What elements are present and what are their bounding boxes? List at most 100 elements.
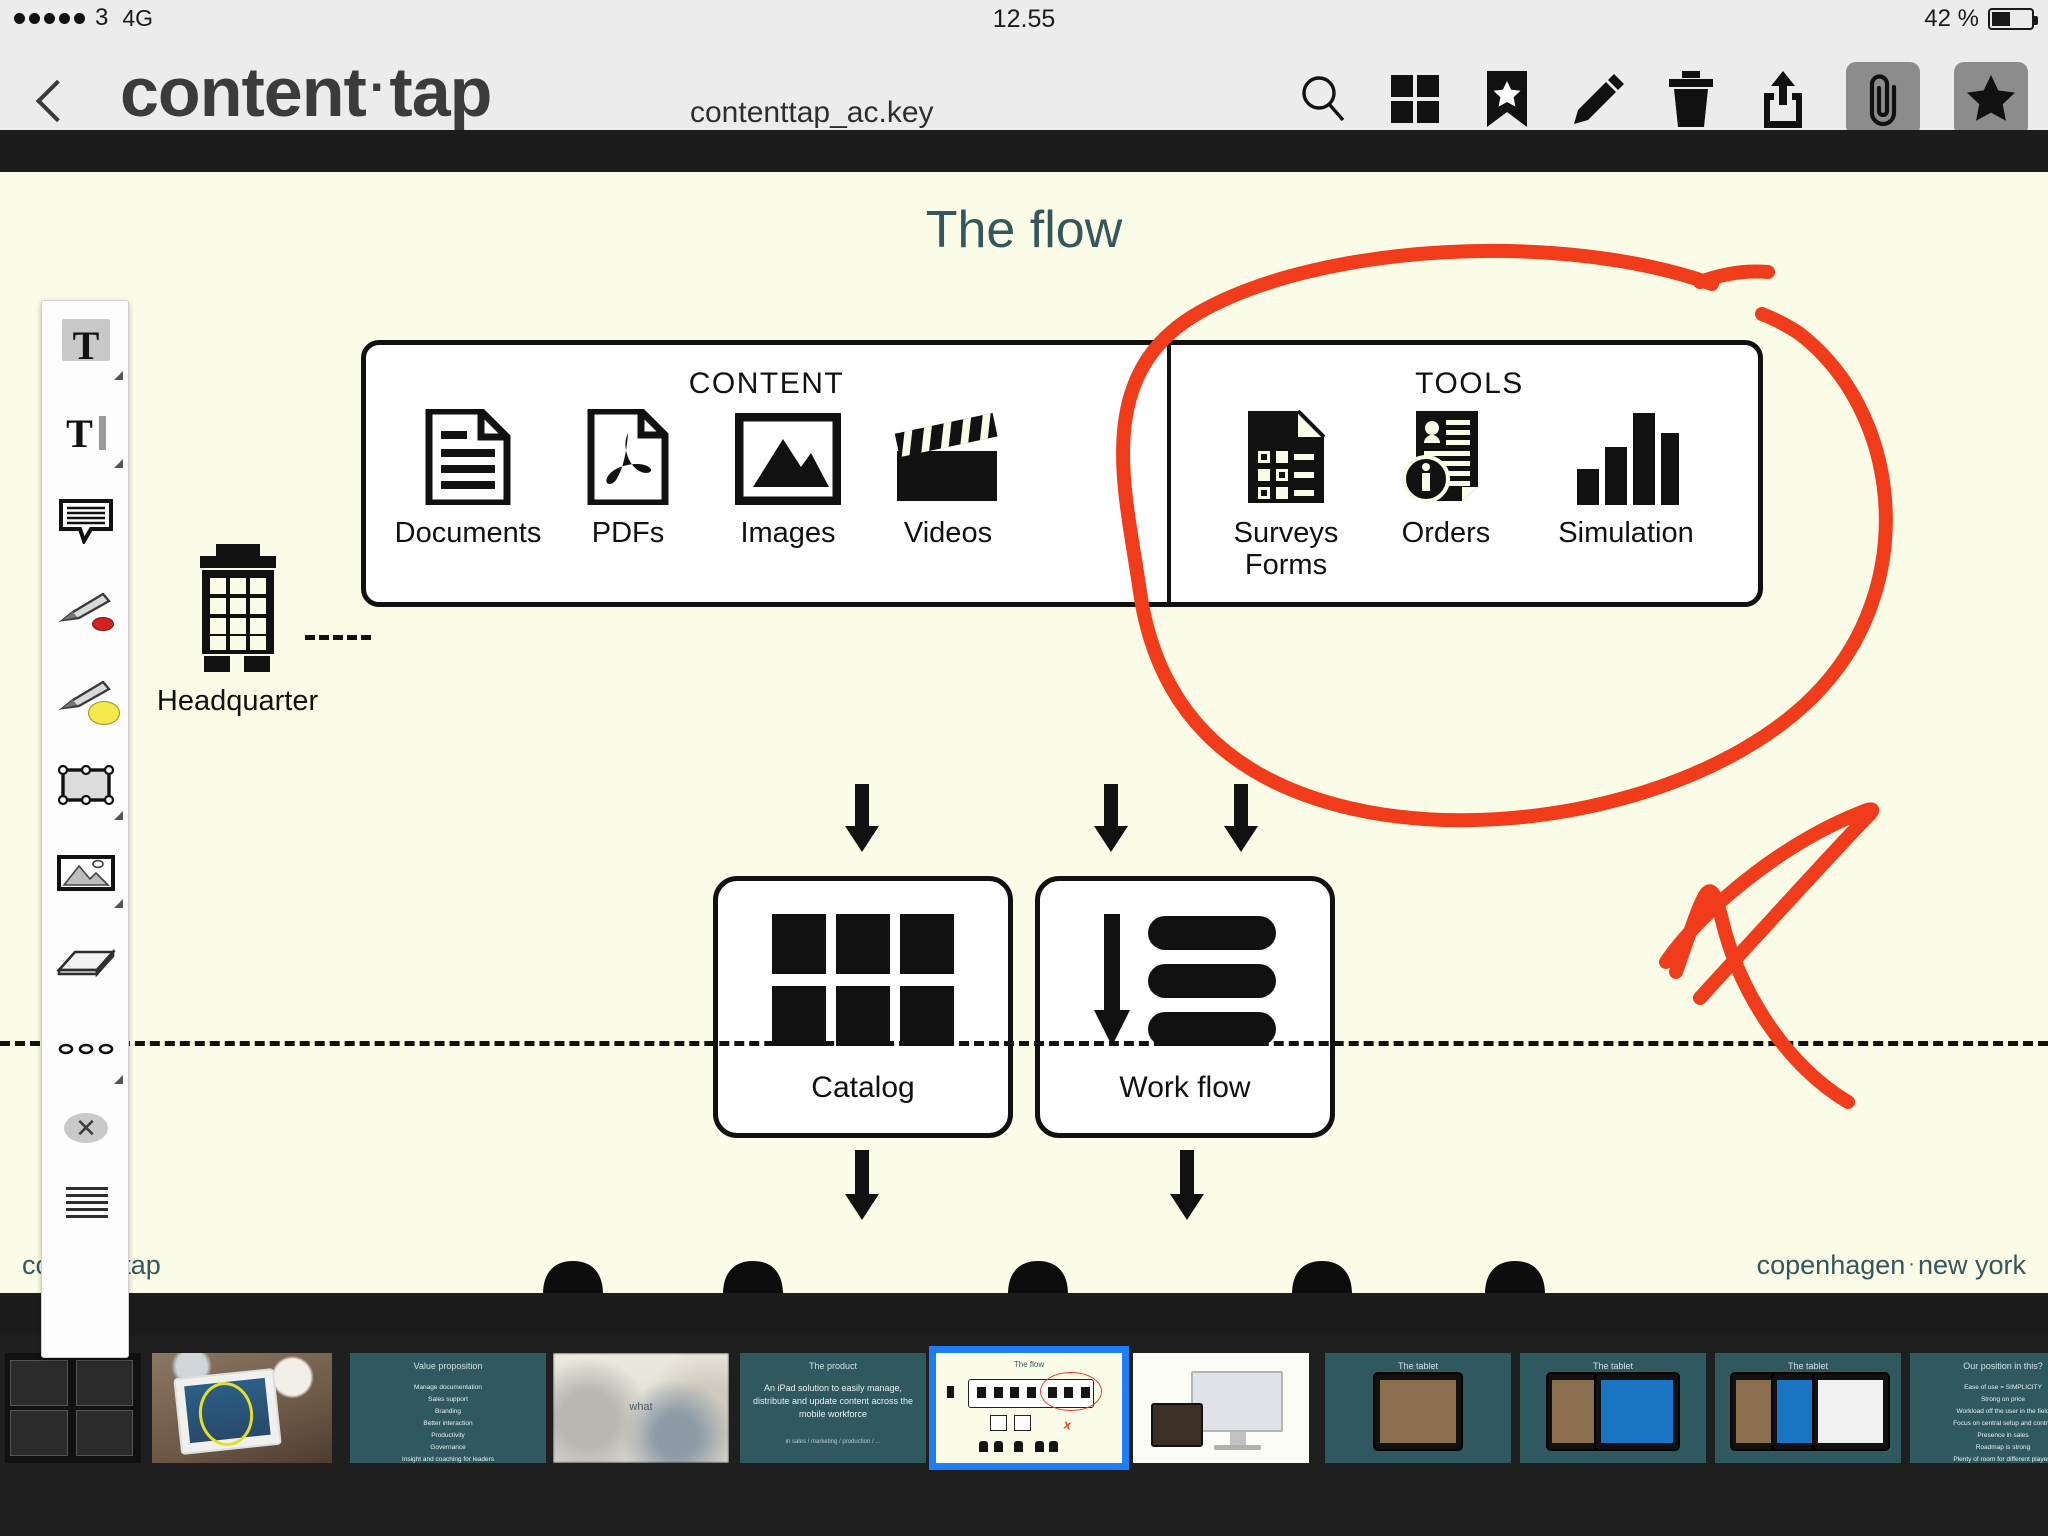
- tools-item-orders[interactable]: Orders: [1366, 407, 1526, 549]
- tools-item-label: Orders: [1401, 517, 1491, 549]
- ink-checkmark-mini: x: [1062, 1416, 1074, 1433]
- thumb-body: Ease of use = SIMPLICITY Strong on price…: [1953, 1383, 2048, 1463]
- pen-red-tool[interactable]: [42, 565, 130, 653]
- text-caret-icon: [98, 416, 106, 450]
- content-item-label: PDFs: [591, 517, 665, 549]
- person-icon: [653, 1257, 853, 1293]
- thumb-body: Manage documentation Sales support Brand…: [401, 1383, 495, 1463]
- navigation-bar: content·tap contenttap_ac.key: [0, 40, 2048, 136]
- content-item-videos[interactable]: Videos: [868, 407, 1028, 549]
- brand-word-2: tap: [389, 53, 492, 131]
- thumb-the-tablet-3[interactable]: The tablet: [1715, 1353, 1901, 1463]
- content-item-pdfs[interactable]: PDFs: [548, 407, 708, 549]
- tools-section-heading: TOOLS: [1415, 367, 1524, 400]
- ink-ellipse-tail: [1693, 264, 1775, 289]
- close-palette-button[interactable]: ✕: [64, 1113, 108, 1143]
- survey-form-icon: [1206, 407, 1366, 505]
- thumb-contenttap[interactable]: ContentTap: [1133, 1353, 1309, 1463]
- search-icon[interactable]: [1294, 70, 1352, 128]
- star-icon[interactable]: [1954, 62, 2028, 136]
- thumb-the-tablet-1[interactable]: The tablet: [1325, 1353, 1511, 1463]
- eraser-tool[interactable]: [42, 917, 130, 1005]
- toolbar-icons: [1294, 62, 2028, 136]
- person-salesman[interactable]: Salesman: [473, 1257, 673, 1293]
- share-icon[interactable]: [1754, 70, 1812, 128]
- slide-viewport: The flow Headquarter CONTENT TOOLS Docum…: [0, 130, 2048, 1358]
- tools-item-simulation[interactable]: Simulation: [1546, 407, 1706, 549]
- catalog-node[interactable]: Catalog: [713, 876, 1013, 1138]
- shape-tool[interactable]: [42, 741, 130, 829]
- back-chevron-icon[interactable]: [34, 86, 64, 116]
- thumb-title: The product: [808, 1360, 858, 1371]
- trash-icon[interactable]: [1662, 70, 1720, 128]
- text-tool[interactable]: T: [42, 301, 130, 389]
- headquarter-node: Headquarter: [155, 544, 320, 718]
- more-ellipsis-icon: [58, 1043, 114, 1055]
- thumb-the-flow[interactable]: The flow x: [929, 1346, 1129, 1470]
- pencil-icon[interactable]: [1570, 70, 1628, 128]
- person-management[interactable]: Management: [1415, 1257, 1615, 1293]
- thumb-what[interactable]: what: [553, 1353, 729, 1463]
- image-tool[interactable]: [42, 829, 130, 917]
- thumb-title: The flow: [1013, 1359, 1045, 1369]
- note-tool[interactable]: [42, 477, 130, 565]
- thumb-title: what: [629, 1401, 653, 1414]
- slide-filmstrip[interactable]: Value proposition Manage documentation S…: [0, 1335, 2048, 1536]
- order-info-icon: [1366, 407, 1526, 505]
- thumb-our-position[interactable]: Our position in this? Ease of use = SIMP…: [1910, 1353, 2048, 1463]
- ink-checkmark-2: [1659, 802, 1880, 1005]
- person-icon: [473, 1257, 673, 1293]
- thumb-the-product[interactable]: The product An iPad solution to easily m…: [740, 1353, 926, 1463]
- brand-separator: ·: [369, 59, 387, 115]
- person-icon: [1415, 1257, 1615, 1293]
- text-cursor-tool[interactable]: T: [42, 389, 130, 477]
- highlighter-yellow-tool[interactable]: [42, 653, 130, 741]
- person-service[interactable]: Service: [653, 1257, 853, 1293]
- section-divider: [0, 1041, 2048, 1046]
- document-name-label: contenttap_ac.key: [690, 96, 934, 129]
- mid-box-label: Catalog: [811, 1070, 915, 1104]
- chevron-corner-icon[interactable]: [114, 1075, 123, 1084]
- content-item-label: Documents: [394, 517, 542, 549]
- content-item-images[interactable]: Images: [708, 407, 868, 549]
- content-item-documents[interactable]: Documents: [388, 407, 548, 549]
- chevron-corner-icon[interactable]: [114, 459, 123, 468]
- thumb-value-proposition[interactable]: Value proposition Manage documentation S…: [350, 1353, 546, 1463]
- tools-item-surveys-forms[interactable]: Surveys Forms: [1206, 407, 1366, 582]
- workflow-node[interactable]: Work flow: [1035, 876, 1335, 1138]
- image-icon: [708, 407, 868, 505]
- person-icon: [938, 1257, 1138, 1293]
- content-item-label: Videos: [903, 517, 993, 549]
- status-bar: 3 4G 12.55 42 %: [0, 0, 2048, 40]
- thumb-title: Value proposition: [413, 1360, 483, 1371]
- bar-chart-icon: [1546, 407, 1706, 505]
- slide-footer-right: copenhagen · new york: [1756, 1250, 2026, 1280]
- slide-canvas[interactable]: The flow Headquarter CONTENT TOOLS Docum…: [0, 172, 2048, 1293]
- chevron-corner-icon[interactable]: [114, 371, 123, 380]
- thumb-the-tablet-2[interactable]: The tablet: [1520, 1353, 1706, 1463]
- arrow-down-icon: [1094, 784, 1128, 852]
- content-section-heading: CONTENT: [688, 367, 845, 400]
- grid-squares-icon: [768, 910, 958, 1055]
- ink-checkmark: [1669, 884, 1855, 1109]
- chevron-corner-icon[interactable]: [114, 811, 123, 820]
- paperclip-icon[interactable]: [1846, 62, 1920, 136]
- more-tool[interactable]: [42, 1005, 130, 1093]
- eraser-icon: [56, 948, 116, 978]
- palette-drag-handle[interactable]: [66, 1187, 108, 1218]
- person-quality[interactable]: Quality: [1222, 1257, 1422, 1293]
- battery-percent-label: 42 %: [1924, 5, 1979, 32]
- note-icon: [59, 499, 113, 544]
- bookmark-star-icon[interactable]: [1478, 70, 1536, 128]
- video-clapper-icon: [868, 407, 1028, 505]
- person-advisor[interactable]: Advisor: [938, 1257, 1138, 1293]
- chevron-corner-icon[interactable]: [114, 899, 123, 908]
- grid-icon[interactable]: [1386, 70, 1444, 128]
- annotation-tool-palette[interactable]: T T ✕: [41, 300, 129, 1358]
- thumb-ipad-coffee[interactable]: [152, 1353, 332, 1463]
- thumb-ipad-grid[interactable]: [5, 1353, 141, 1463]
- highlighter-color-swatch-yellow: [88, 701, 120, 725]
- workflow-list-icon: [1090, 910, 1280, 1055]
- building-icon: [155, 544, 320, 677]
- tools-item-label: Simulation: [1558, 517, 1694, 549]
